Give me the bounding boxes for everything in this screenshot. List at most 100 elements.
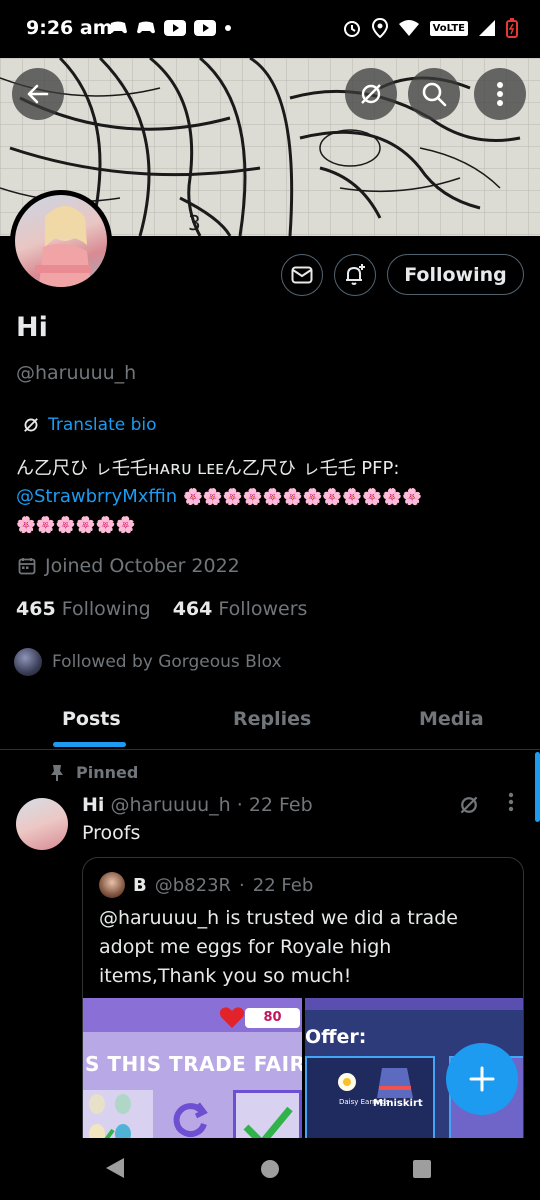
tab-media[interactable]: Media xyxy=(419,708,484,730)
quoted-post[interactable]: B @b823R · 22 Feb @haruuuu_h is trusted … xyxy=(82,857,524,1157)
nav-back-button[interactable] xyxy=(104,1156,126,1184)
following-count-label: Following xyxy=(61,598,151,620)
search-button[interactable] xyxy=(408,68,460,120)
back-button[interactable] xyxy=(12,68,64,120)
quote-separator: · xyxy=(239,874,245,896)
tab-posts[interactable]: Posts xyxy=(62,708,121,730)
joined-label: Joined October 2022 xyxy=(45,555,240,577)
translate-bio-label: Translate bio xyxy=(48,415,157,435)
notification-icons xyxy=(108,20,232,36)
location-icon xyxy=(371,18,388,38)
post-separator: · xyxy=(236,794,243,816)
quote-author-avatar xyxy=(99,872,125,898)
following-count: 465 xyxy=(16,598,56,620)
post-grok-button[interactable] xyxy=(458,794,480,822)
grok-button[interactable] xyxy=(345,68,397,120)
more-vertical-icon xyxy=(497,82,503,106)
envelope-icon xyxy=(291,266,313,284)
square-recents-icon xyxy=(413,1160,431,1178)
youtube-icon xyxy=(164,20,186,36)
post-text: Proofs xyxy=(82,822,141,844)
followers-count-link[interactable]: 464 Followers xyxy=(173,598,308,620)
followed-by-label: Followed by Gorgeous Blox xyxy=(52,652,282,672)
more-vertical-icon xyxy=(508,792,514,812)
profile-tabs: Posts Replies Media xyxy=(0,698,540,750)
refresh-icon xyxy=(168,1098,212,1142)
translate-bio-link[interactable]: Translate bio xyxy=(22,415,157,435)
post-header: Hi @haruuuu_h · 22 Feb xyxy=(82,794,313,816)
dot-icon xyxy=(225,25,231,31)
gamepad-icon xyxy=(109,21,127,34)
media-offer-title: Offer: xyxy=(305,1026,367,1048)
grok-icon xyxy=(24,418,38,432)
following-count-link[interactable]: 465 Following xyxy=(16,598,151,620)
triangle-back-icon xyxy=(106,1158,124,1178)
follower-avatar xyxy=(14,648,42,676)
system-nav-bar xyxy=(0,1138,540,1200)
signal-icon xyxy=(479,20,495,36)
quote-author-name: B xyxy=(133,874,147,896)
volte-badge: VoLTE xyxy=(429,20,468,36)
alarm-icon xyxy=(343,21,360,37)
calendar-icon xyxy=(18,558,36,575)
circle-home-icon xyxy=(261,1160,279,1178)
wifi-icon xyxy=(398,20,419,36)
post-author-avatar[interactable] xyxy=(16,798,68,850)
pinned-label-row: Pinned xyxy=(50,763,138,782)
follow-counts: 465 Following 464 Followers xyxy=(16,598,307,620)
more-button[interactable] xyxy=(474,68,526,120)
profile-name: Hi xyxy=(16,312,48,343)
media-number: 80 xyxy=(245,1008,300,1028)
followed-by-row[interactable]: Followed by Gorgeous Blox xyxy=(14,648,282,676)
heart-icon xyxy=(218,1006,246,1030)
post-author-handle[interactable]: @haruuuu_h xyxy=(110,794,230,816)
quote-header: B @b823R · 22 Feb xyxy=(99,872,313,898)
pinned-label: Pinned xyxy=(76,763,139,782)
gamepad-icon xyxy=(137,21,155,34)
message-button[interactable] xyxy=(281,254,323,296)
active-tab-indicator xyxy=(53,742,126,747)
profile-handle: @haruuuu_h xyxy=(16,362,137,384)
media-top-strip xyxy=(305,998,523,1010)
arrow-left-icon xyxy=(27,84,49,104)
plus-icon xyxy=(469,1066,495,1092)
quote-media-left[interactable]: 80 S THIS TRADE FAIR? xyxy=(83,998,302,1156)
followers-count: 464 xyxy=(172,598,213,620)
search-icon xyxy=(422,82,447,107)
profile-avatar[interactable] xyxy=(10,190,112,292)
bio-emoji: 🌸🌸🌸🌸🌸🌸🌸🌸🌸🌸🌸🌸 xyxy=(182,487,422,506)
grok-icon xyxy=(460,796,478,814)
joined-date: Joined October 2022 xyxy=(18,555,240,577)
nav-recents-button[interactable] xyxy=(412,1159,432,1183)
nav-home-button[interactable] xyxy=(259,1158,281,1184)
avatar-image xyxy=(15,195,107,287)
following-button[interactable]: Following xyxy=(387,254,524,295)
followers-count-label: Followers xyxy=(218,598,308,620)
status-bar: 9:26 am VoLTE xyxy=(0,0,540,58)
bio-line: @StrawbrryMxffin 🌸🌸🌸🌸🌸🌸🌸🌸🌸🌸🌸🌸 xyxy=(16,483,516,511)
post-author-name[interactable]: Hi xyxy=(82,794,104,816)
bio-mention-link[interactable]: @StrawbrryMxffin xyxy=(16,486,177,507)
quote-date: 22 Feb xyxy=(252,874,314,896)
quote-text: @haruuuu_h is trusted we did a trade ado… xyxy=(99,907,458,987)
post-date[interactable]: 22 Feb xyxy=(249,794,313,816)
bio-emoji-line: 🌸🌸🌸🌸🌸🌸 xyxy=(16,515,136,534)
svg-text:3: 3 xyxy=(188,211,201,235)
system-icons: VoLTE xyxy=(342,18,518,38)
bio-line: ん乙尺ひ ㇾ乇乇ʜᴀʀᴜ ʟᴇᴇん乙尺ひ ㇾ乇乇 PFP: xyxy=(16,458,400,479)
tab-replies[interactable]: Replies xyxy=(233,708,311,730)
post-more-button[interactable] xyxy=(508,792,514,818)
status-time: 9:26 am xyxy=(26,17,113,39)
scrollbar[interactable] xyxy=(535,752,540,822)
grok-icon xyxy=(361,84,381,104)
media-trade-caption: S THIS TRADE FAIR? xyxy=(85,1052,302,1076)
notify-button[interactable] xyxy=(334,254,376,296)
compose-button[interactable] xyxy=(446,1043,518,1115)
bell-plus-icon xyxy=(346,264,365,285)
profile-bio: ん乙尺ひ ㇾ乇乇ʜᴀʀᴜ ʟᴇᴇん乙尺ひ ㇾ乇乇 PFP: @Strawbrry… xyxy=(16,455,516,539)
pin-icon xyxy=(51,764,63,781)
youtube-icon xyxy=(194,20,216,36)
offer-item-label: Miniskirt xyxy=(373,1098,423,1109)
quote-author-handle: @b823R xyxy=(154,874,232,896)
battery-icon xyxy=(506,18,518,38)
